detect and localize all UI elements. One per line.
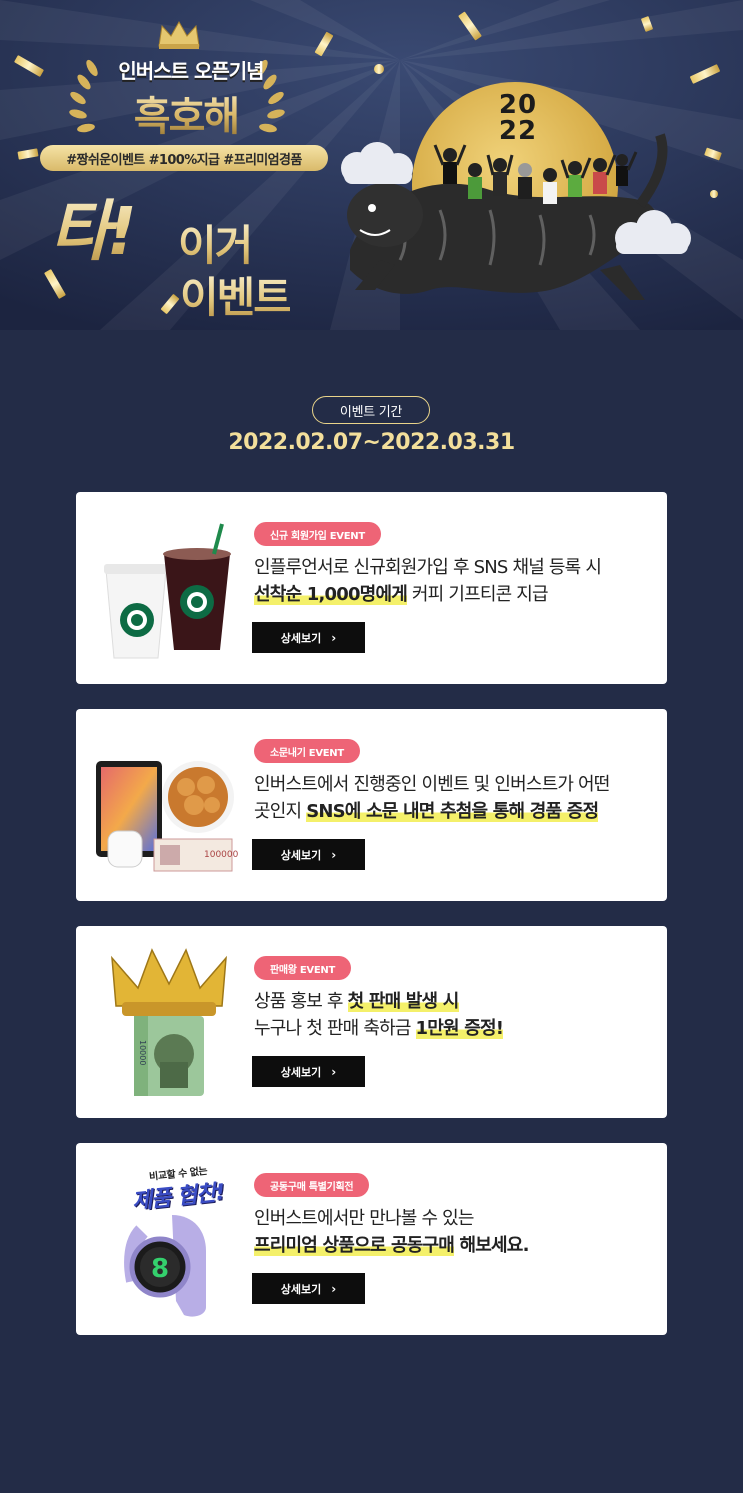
detail-button-label: 상세보기 <box>280 1065 322 1079</box>
detail-button-label: 상세보기 <box>280 1282 322 1296</box>
hero-headline-ta: 타! <box>50 178 137 274</box>
chevron-right-icon: › <box>331 1064 337 1079</box>
sponsored-product-illustration: 비교할 수 없는 제품 협찬! 8 <box>94 1161 244 1317</box>
detail-button[interactable]: 상세보기 › <box>252 1273 365 1304</box>
highlight-text: 1만원 증정! <box>415 1018 504 1039</box>
event-tag: 판매왕 EVENT <box>254 956 351 980</box>
highlight-text: 첫 판매 발생 시 <box>347 991 459 1012</box>
description-line: 프리미엄 상품으로 공동구매 해보세요. <box>254 1232 654 1259</box>
detail-button[interactable]: 상세보기 › <box>252 839 365 870</box>
event-tag: 공동구매 특별기획전 <box>254 1173 370 1197</box>
detail-button-label: 상세보기 <box>280 631 322 645</box>
description-text: 누구나 첫 판매 축하금 <box>254 1018 416 1039</box>
highlight-text: 선착순 1,000명에게 <box>254 584 408 605</box>
event-description: 인버스트에서만 만나볼 수 있는 프리미엄 상품으로 공동구매 해보세요. <box>254 1205 654 1259</box>
detail-button-label: 상세보기 <box>280 848 322 862</box>
confetti-dot <box>710 190 718 198</box>
event-card-group-buy: 비교할 수 없는 제품 협찬! 8 공동구매 특별기획전 인버스트에서만 만나볼… <box>76 1143 667 1335</box>
year-top: 20 <box>498 90 538 120</box>
svg-text:100000: 100000 <box>204 850 239 860</box>
chevron-right-icon: › <box>331 1281 337 1296</box>
starbucks-coffee-icon <box>104 523 231 659</box>
hero-headline-event: 이벤트 <box>180 264 292 325</box>
hashtag-pill: #짱쉬운이벤트 #100%지급 #프리미엄경품 <box>40 145 328 171</box>
svg-text:8: 8 <box>151 1254 169 1284</box>
event-card-word-of-mouth: 100000 소문내기 EVENT 인버스트에서 진행중인 이벤트 및 인버스트… <box>76 709 667 901</box>
event-description: 인플루언서로 신규회원가입 후 SNS 채널 등록 시 선착순 1,000명에게… <box>254 554 654 608</box>
cloud-right <box>615 210 691 254</box>
description-line: 곳인지 SNS에 소문 내면 추첨을 통해 경품 증정 <box>254 798 664 825</box>
description-text: 커피 기프티콘 지급 <box>406 584 549 605</box>
detail-button[interactable]: 상세보기 › <box>252 1056 365 1087</box>
description-text: 상품 홍보 후 <box>254 991 348 1012</box>
event-description: 상품 홍보 후 첫 판매 발생 시 누구나 첫 판매 축하금 1만원 증정! <box>254 988 654 1042</box>
hero-title: 흑호해 <box>96 84 276 142</box>
crown-icon <box>158 20 200 49</box>
smartwatch-icon: 8 <box>124 1215 206 1317</box>
hero-subtitle: 인버스트 오픈기념 <box>118 59 264 83</box>
event-period-label: 이벤트 기간 <box>312 396 430 424</box>
event-description: 인버스트에서 진행중인 이벤트 및 인버스트가 어떤 곳인지 SNS에 소문 내… <box>254 771 664 825</box>
event-card-signup: 신규 회원가입 EVENT 인플루언서로 신규회원가입 후 SNS 채널 등록 … <box>76 492 667 684</box>
description-text: 곳인지 <box>254 801 307 822</box>
description-line: 인버스트에서 진행중인 이벤트 및 인버스트가 어떤 <box>254 774 610 795</box>
event-tag: 신규 회원가입 EVENT <box>254 522 381 546</box>
event-tag: 소문내기 EVENT <box>254 739 360 763</box>
prize-bundle-icon: 100000 <box>96 761 239 872</box>
chevron-right-icon: › <box>331 847 337 862</box>
chevron-right-icon: › <box>331 630 337 645</box>
svg-text:10000: 10000 <box>138 1040 147 1065</box>
hero-banner: 인버스트 오픈기념 흑호해 #짱쉬운이벤트 #100%지급 #프리미엄경품 타!… <box>0 0 743 330</box>
description-line: 인버스트에서만 만나볼 수 있는 <box>254 1208 474 1229</box>
cloud-left <box>341 142 413 184</box>
event-card-top-seller: 10000 판매왕 EVENT 상품 홍보 후 첫 판매 발생 시 누구나 첫 … <box>76 926 667 1118</box>
description-line: 상품 홍보 후 첫 판매 발생 시 <box>254 988 654 1015</box>
highlight-text: SNS에 소문 내면 추첨을 통해 경품 증정 <box>306 801 599 822</box>
confetti-dot <box>374 64 384 74</box>
description-line: 누구나 첫 판매 축하금 1만원 증정! <box>254 1015 654 1042</box>
detail-button[interactable]: 상세보기 › <box>252 622 365 653</box>
description-line: 인플루언서로 신규회원가입 후 SNS 채널 등록 시 <box>254 557 602 578</box>
crowned-banknote-icon: 10000 <box>111 948 227 1096</box>
highlight-text: 프리미엄 상품으로 공동구매 <box>254 1235 455 1256</box>
event-period-dates: 2022.02.07~2022.03.31 <box>228 430 515 455</box>
description-line: 선착순 1,000명에게 커피 기프티콘 지급 <box>254 581 654 608</box>
description-text: 해보세요. <box>454 1235 530 1256</box>
